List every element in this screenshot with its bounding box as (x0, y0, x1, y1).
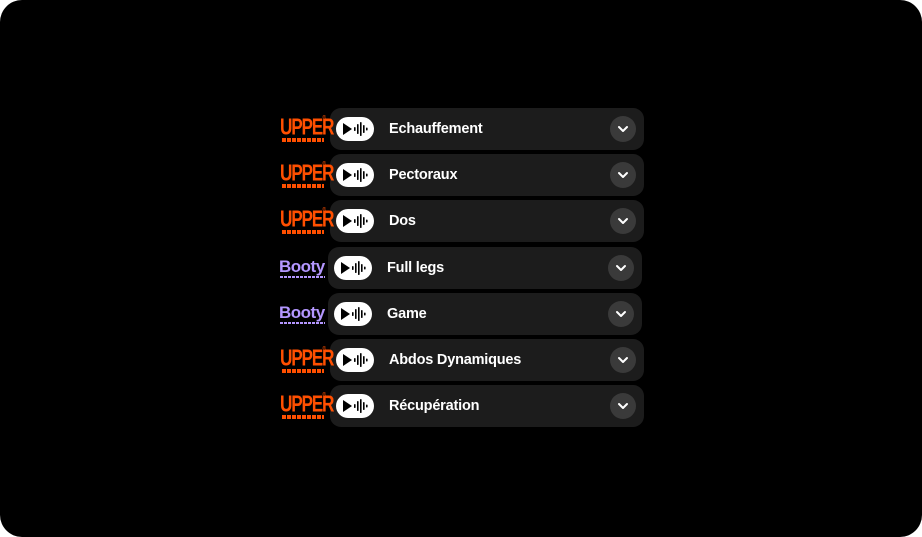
brand-logo-booty: Booty (278, 293, 330, 335)
workout-card[interactable]: Echauffement (330, 108, 644, 150)
workout-title: Echauffement (389, 121, 483, 137)
workout-title: Game (387, 305, 427, 322)
workout-title: Abdos Dynamiques (389, 351, 522, 368)
list-item: UPPER ® Dos (278, 200, 644, 243)
chevron-down-icon[interactable] (610, 393, 636, 420)
workout-card[interactable]: Abdos Dynamiques (330, 338, 644, 381)
play-waveform-icon[interactable] (334, 255, 372, 280)
list-item: UPPER ® Abdos Dynamiques (278, 338, 644, 381)
list-item: UPPER ® Pectoraux (278, 154, 644, 197)
play-waveform-icon[interactable] (336, 117, 374, 141)
list-item: UPPER ® Récupération (278, 385, 644, 428)
brand-logo-upper: UPPER ® (278, 385, 334, 427)
list-item: Booty Game (278, 292, 644, 335)
workout-card[interactable]: Pectoraux (330, 154, 644, 197)
list-item: UPPER ® Echauffement (278, 108, 644, 150)
workout-title: Dos (389, 213, 416, 230)
list-item: Booty Full legs (278, 246, 644, 289)
brand-logo-upper: UPPER ® (278, 154, 334, 196)
workout-title: Full legs (387, 259, 445, 276)
play-waveform-icon[interactable] (336, 209, 374, 234)
brand-logo-upper: UPPER ® (278, 200, 334, 242)
app-screen: UPPER ® Echauffement UPPER ® Pectoraux U… (0, 0, 922, 537)
brand-logo-text: Booty (279, 302, 325, 322)
play-waveform-icon[interactable] (336, 394, 374, 419)
chevron-down-icon[interactable] (610, 208, 636, 235)
brand-logo-upper: UPPER ® (278, 108, 334, 150)
workout-card[interactable]: Dos (330, 200, 644, 243)
workout-card[interactable]: Récupération (330, 385, 644, 428)
play-waveform-icon[interactable] (334, 301, 372, 326)
chevron-down-icon[interactable] (608, 254, 634, 281)
brand-logo-text: Booty (279, 256, 325, 276)
chevron-down-icon[interactable] (610, 346, 636, 373)
workout-card[interactable]: Game (328, 292, 642, 335)
play-waveform-icon[interactable] (336, 347, 374, 372)
brand-logo-booty: Booty (278, 247, 330, 289)
workout-title: Récupération (389, 398, 480, 415)
chevron-down-icon[interactable] (608, 300, 634, 327)
workout-list: UPPER ® Echauffement UPPER ® Pectoraux U… (278, 108, 644, 431)
chevron-down-icon[interactable] (610, 116, 636, 142)
workout-card[interactable]: Full legs (328, 246, 642, 289)
chevron-down-icon[interactable] (610, 162, 636, 189)
workout-title: Pectoraux (389, 167, 458, 184)
play-waveform-icon[interactable] (336, 163, 374, 188)
brand-logo-upper: UPPER ® (278, 339, 334, 381)
